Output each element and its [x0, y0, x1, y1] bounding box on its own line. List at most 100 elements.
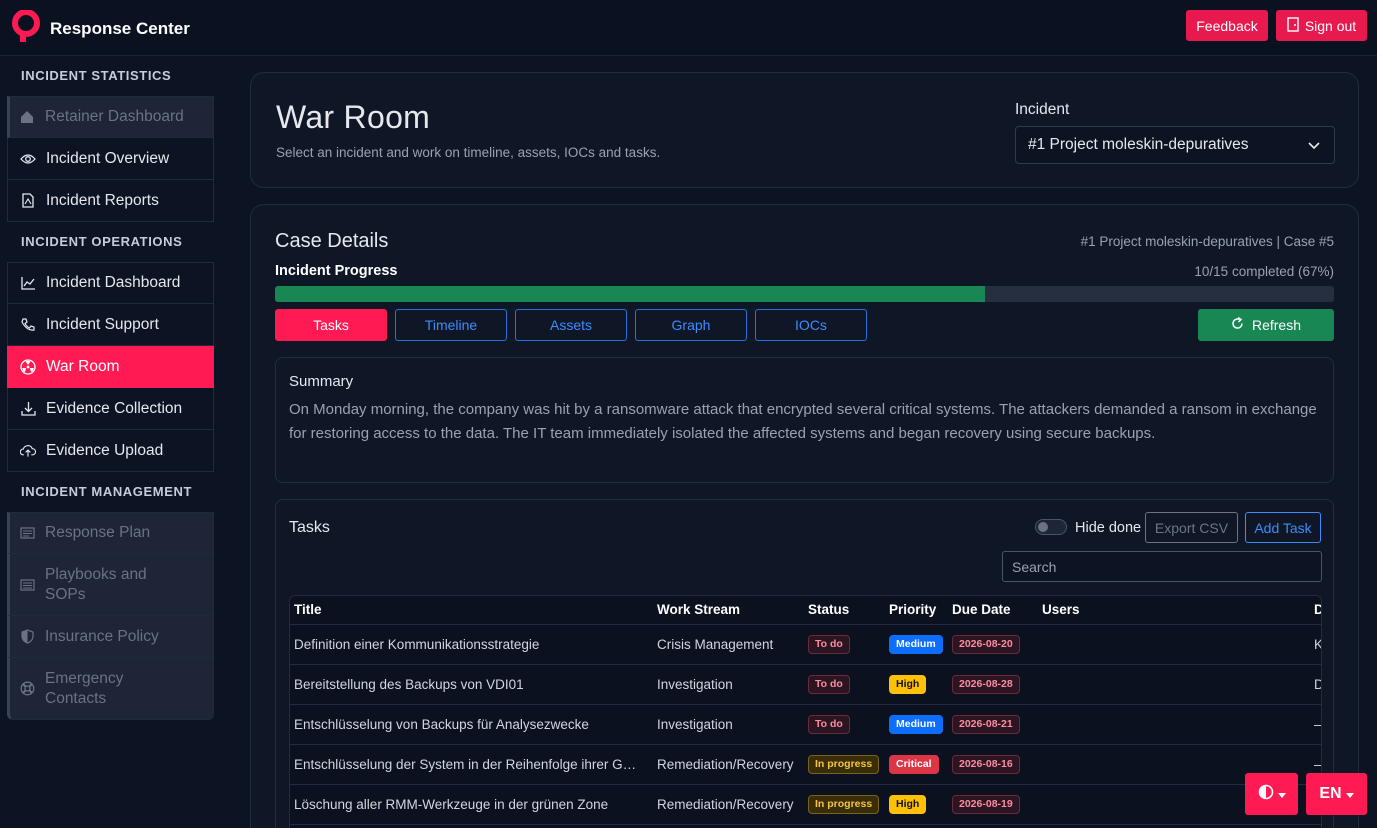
- sidebar-item-incident-reports[interactable]: Incident Reports: [7, 180, 214, 222]
- sidebar-item-label: Insurance Policy: [45, 627, 159, 645]
- feedback-button[interactable]: Feedback: [1186, 10, 1268, 41]
- sidebar-item-evidence-collection[interactable]: Evidence Collection: [7, 388, 214, 430]
- task-users: [1038, 664, 1310, 705]
- lifebuoy-icon: [19, 681, 35, 697]
- tasks-title: Tasks: [289, 519, 330, 536]
- language-label: EN: [1319, 785, 1342, 802]
- sidebar-item-incident-dashboard[interactable]: Incident Dashboard: [7, 262, 214, 304]
- table-row[interactable]: Definition einer Kommunikationsstrategie…: [290, 624, 1321, 665]
- task-stream: Investigation: [653, 664, 804, 705]
- task-stream: Remediation/Recovery: [653, 784, 804, 825]
- task-search-input[interactable]: Search: [1002, 551, 1322, 582]
- sidebar-item-war-room[interactable]: War Room: [7, 346, 214, 388]
- table-header-row: Title Work Stream Status Priority Due Da…: [290, 596, 1321, 625]
- radiation-icon: [20, 358, 36, 375]
- export-csv-button[interactable]: Export CSV: [1145, 512, 1238, 543]
- due-date-badge: 2026-08-16: [952, 754, 1020, 774]
- shield-icon: [19, 629, 35, 645]
- tab-timeline[interactable]: Timeline: [395, 309, 507, 341]
- column-header[interactable]: Users: [1038, 596, 1310, 625]
- theme-toggle-button[interactable]: [1245, 773, 1298, 815]
- table-row[interactable]: Entschlüsselung der System in der Reihen…: [290, 744, 1321, 785]
- case-details-title: Case Details: [275, 230, 389, 252]
- home-icon: [19, 109, 35, 125]
- priority-badge: Medium: [889, 714, 943, 734]
- add-task-button[interactable]: Add Task: [1245, 512, 1321, 543]
- status-badge: In progress: [808, 754, 880, 774]
- status-badge: To do: [808, 634, 850, 654]
- contrast-icon: [1258, 784, 1274, 805]
- task-title: Bereitstellung des Backups von VDI01: [290, 664, 653, 705]
- incident-label: Incident: [1015, 101, 1070, 118]
- sidebar-item-incident-support[interactable]: Incident Support: [7, 304, 214, 346]
- sidebar-item-label: Evidence Upload: [46, 441, 164, 459]
- column-header[interactable]: Title: [290, 596, 653, 625]
- table-row[interactable]: Löschung aller RMM-Werkzeuge in der grün…: [290, 784, 1321, 825]
- due-date-badge: 2026-08-20: [952, 634, 1020, 654]
- page-title: War Room: [276, 99, 431, 135]
- hide-done-toggle[interactable]: [1035, 519, 1067, 535]
- download-icon: [20, 401, 36, 417]
- sidebar-item-label: War Room: [46, 357, 120, 375]
- tab-tasks[interactable]: Tasks: [275, 309, 387, 341]
- card-list-icon: [19, 525, 35, 541]
- column-header[interactable]: Status: [804, 596, 885, 625]
- progress-fill: [275, 286, 985, 302]
- incident-select[interactable]: #1 Project moleskin-depuratives: [1015, 126, 1335, 164]
- sidebar-item-label: Incident Support: [46, 315, 159, 333]
- progress-text: 10/15 completed (67%): [1194, 264, 1334, 279]
- sidebar-item-evidence-upload[interactable]: Evidence Upload: [7, 430, 214, 472]
- brand[interactable]: Response Center: [12, 9, 190, 47]
- chevron-down-icon: [1308, 138, 1320, 156]
- due-date-badge: 2026-08-21: [952, 714, 1020, 734]
- language-button[interactable]: EN: [1306, 773, 1367, 815]
- summary-text: On Monday morning, the company was hit b…: [289, 401, 1317, 442]
- phone-icon: [20, 317, 36, 333]
- table-row[interactable]: Bereitstellung des Backups von VDI01 Inv…: [290, 664, 1321, 705]
- due-date-badge: 2026-08-19: [952, 794, 1020, 814]
- tab-iocs[interactable]: IOCs: [755, 309, 867, 341]
- table-row[interactable]: Entschlüsselung von Backups für Analysez…: [290, 704, 1321, 745]
- sidebar-item-playbooks[interactable]: Playbooks and SOPs: [7, 554, 214, 616]
- sidebar-item-label: Playbooks and SOPs: [45, 565, 147, 603]
- priority-badge: High: [889, 674, 927, 694]
- line-chart-icon: [20, 275, 36, 291]
- sidebar-item-incident-overview[interactable]: Incident Overview: [7, 138, 214, 180]
- status-badge: To do: [808, 714, 850, 734]
- incident-progress-bar: [275, 286, 1334, 302]
- sidebar-item-label: Evidence Collection: [46, 399, 183, 417]
- feedback-label: Feedback: [1196, 17, 1258, 34]
- column-header[interactable]: Priority: [885, 596, 948, 625]
- task-stream: Crisis Management: [653, 624, 804, 665]
- sidebar-item-emergency-contacts[interactable]: Emergency Contacts: [7, 658, 214, 720]
- sidebar-item-insurance-policy[interactable]: Insurance Policy: [7, 616, 214, 658]
- sidebar-item-response-plan[interactable]: Response Plan: [7, 512, 214, 554]
- hide-done-label: Hide done: [1075, 520, 1142, 536]
- task-title: Löschung aller RMM-Werkzeuge in der grün…: [290, 784, 653, 825]
- sidebar-heading-management: INCIDENT MANAGEMENT: [7, 472, 214, 512]
- column-header[interactable]: Work Stream: [653, 596, 804, 625]
- incident-select-value: #1 Project moleskin-depuratives: [1028, 136, 1249, 153]
- refresh-icon: [1231, 316, 1244, 333]
- top-navbar: Response Center Feedback Sign out: [0, 0, 1377, 56]
- status-badge: In progress: [808, 794, 880, 814]
- sidebar-item-label: Incident Reports: [46, 191, 159, 209]
- refresh-button[interactable]: Refresh: [1198, 309, 1334, 341]
- task-users: [1038, 624, 1310, 665]
- column-header[interactable]: D: [1310, 596, 1321, 625]
- signout-label: Sign out: [1304, 17, 1357, 34]
- sidebar-item-retainer-dashboard[interactable]: Retainer Dashboard: [7, 96, 214, 138]
- tasks-table: Title Work Stream Status Priority Due Da…: [289, 595, 1322, 828]
- app-title: Response Center: [50, 18, 190, 38]
- task-users: [1038, 704, 1310, 745]
- priority-badge: High: [889, 794, 927, 814]
- tab-assets[interactable]: Assets: [515, 309, 627, 341]
- cloud-upload-icon: [20, 443, 36, 459]
- tasks-card: Tasks Hide done Export CSV Add Task Sear…: [275, 499, 1334, 828]
- task-extra: D: [1310, 664, 1321, 705]
- signout-button[interactable]: Sign out: [1276, 10, 1367, 41]
- column-header[interactable]: Due Date: [948, 596, 1038, 625]
- task-title: Definition einer Kommunikationsstrategie: [290, 624, 653, 665]
- task-stream: Remediation/Recovery: [653, 744, 804, 785]
- tab-graph[interactable]: Graph: [635, 309, 747, 341]
